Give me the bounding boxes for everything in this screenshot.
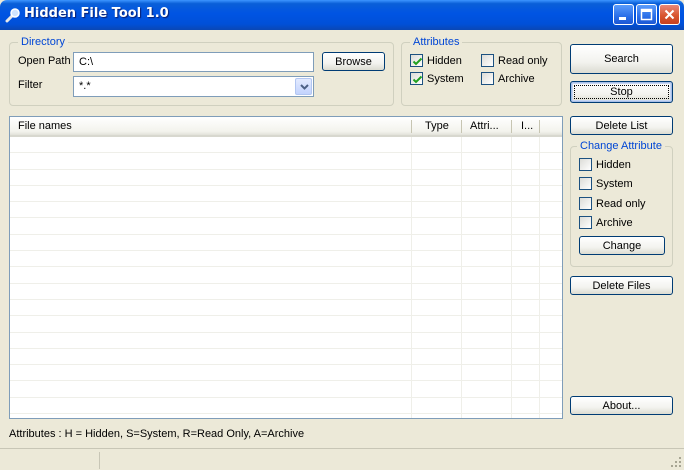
change-archive-checkbox[interactable]: Archive [579,216,633,229]
maximize-button[interactable] [636,4,657,25]
list-item[interactable] [10,267,562,284]
change-readonly-checkbox[interactable]: Read only [579,197,646,210]
attr-readonly-checkbox[interactable]: Read only [481,54,548,67]
list-item[interactable] [10,316,562,333]
window-title: Hidden File Tool 1.0 [24,6,169,21]
column-type[interactable]: Type [417,117,461,135]
list-item[interactable] [10,349,562,366]
list-item[interactable] [10,365,562,382]
column-file-names[interactable]: File names [10,117,411,135]
attributes-legend: Attributes [410,36,463,48]
change-readonly-label: Read only [596,197,646,210]
change-archive-label: Archive [596,216,633,229]
list-item[interactable] [10,153,562,170]
attr-system-checkbox[interactable]: System [410,72,464,85]
column-attributes[interactable]: Attri... [462,117,511,135]
status-panel-divider [99,452,100,469]
list-item[interactable] [10,218,562,235]
filter-label: Filter [18,79,43,91]
attributes-legend-text: Attributes : H = Hidden, S=System, R=Rea… [9,428,305,440]
filter-select[interactable]: *.* [73,76,314,97]
list-item[interactable] [10,381,562,398]
file-list-rows [10,137,562,415]
change-system-checkbox[interactable]: System [579,177,633,190]
minimize-icon [619,17,626,20]
list-item[interactable] [10,170,562,186]
list-item[interactable] [10,284,562,300]
stop-label: Stop [610,86,633,98]
checkmark-icon[interactable] [410,72,423,85]
change-system-label: System [596,177,633,190]
stop-button[interactable]: Stop [570,81,673,103]
status-bar [0,448,684,470]
file-list-header: File names Type Attri... I... [10,117,562,137]
search-button[interactable]: Search [570,44,673,74]
attr-archive-label: Archive [498,72,535,85]
list-item[interactable] [10,235,562,252]
open-path-label: Open Path [18,55,71,67]
filter-value: *.* [79,80,91,92]
checkmark-icon[interactable] [410,54,423,67]
resize-grip-icon[interactable] [670,456,682,468]
attr-system-label: System [427,72,464,85]
magnifier-icon [5,7,21,23]
title-bar[interactable]: Hidden File Tool 1.0 [0,0,684,30]
attr-archive-checkbox[interactable]: Archive [481,72,535,85]
minimize-button[interactable] [613,4,634,25]
open-path-value: C:\ [79,56,94,68]
open-path-input[interactable]: C:\ [73,52,314,72]
chevron-down-icon[interactable] [295,78,312,95]
attr-hidden-label: Hidden [427,54,462,67]
attr-readonly-label: Read only [498,54,548,67]
column-info[interactable]: I... [513,117,539,135]
change-hidden-checkbox[interactable]: Hidden [579,158,631,171]
list-item[interactable] [10,333,562,349]
browse-button[interactable]: Browse [322,52,385,71]
close-button[interactable] [659,4,680,25]
delete-files-button[interactable]: Delete Files [570,276,673,295]
about-button[interactable]: About... [570,396,673,415]
list-item[interactable] [10,300,562,317]
list-item[interactable] [10,202,562,219]
file-list[interactable]: File names Type Attri... I... [9,116,563,419]
attr-hidden-checkbox[interactable]: Hidden [410,54,462,67]
change-button[interactable]: Change [579,236,665,255]
close-icon [664,9,675,20]
list-item[interactable] [10,251,562,268]
maximize-icon [640,8,653,21]
change-attribute-legend: Change Attribute [577,140,665,152]
delete-list-button[interactable]: Delete List [570,116,673,135]
list-item[interactable] [10,398,562,415]
directory-legend: Directory [18,36,69,48]
list-item[interactable] [10,186,562,203]
list-item[interactable] [10,137,562,154]
change-hidden-label: Hidden [596,158,631,171]
